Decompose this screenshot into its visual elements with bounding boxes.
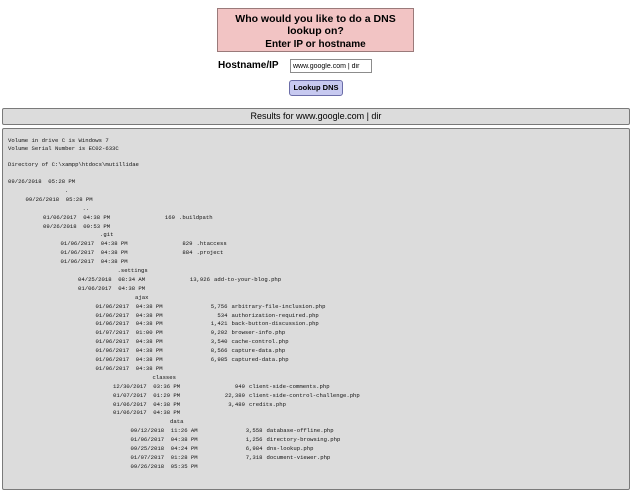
dir-entry-date: 01/06/2017 04:38 PM xyxy=(78,284,146,292)
dns-prompt-box: Who would you like to do a DNS lookup on… xyxy=(217,8,414,52)
dir-entry-date: 01/06/2017 04:38 PM xyxy=(95,347,163,355)
dir-entry-name: . xyxy=(65,186,69,194)
dir-entry-size: 22,389 xyxy=(224,391,245,399)
dir-entry-date: 01/06/2017 04:38 PM xyxy=(95,320,163,328)
dir-entry-name: dns-lookup.php xyxy=(266,445,314,452)
dir-entry-size: 6,984 xyxy=(245,445,263,452)
hostname-label: Hostname/IP xyxy=(218,60,279,71)
dir-entry-size: 3,540 xyxy=(210,338,228,346)
dir-entry-date: 01/06/2017 04:38 PM xyxy=(113,400,181,408)
dir-entry-date: 01/07/2017 01:29 PM xyxy=(113,391,181,399)
dir-entry-date: 01/06/2017 04:38 PM xyxy=(95,356,163,363)
dir-entry-date: 01/06/2017 04:38 PM xyxy=(113,409,181,417)
dir-entry-name: .. xyxy=(82,204,90,212)
dir-entry-date: 09/12/2018 11:26 AM xyxy=(130,427,198,435)
dir-entry-date: 01/06/2017 04:38 PM xyxy=(60,240,128,248)
dir-entry-name: .htaccess xyxy=(196,240,227,248)
dir-entry-size: 3,489 xyxy=(228,400,245,408)
dir-entry-date: 01/06/2017 04:38 PM xyxy=(130,436,198,444)
dir-entry-size: 169 xyxy=(164,213,175,221)
dir-entry-name: .settings xyxy=(117,267,148,274)
dir-entry-date: 01/07/2017 01:28 PM xyxy=(130,453,198,461)
results-header: Results for www.google.com | dir xyxy=(2,108,630,125)
dir-entry-name: browser-info.php xyxy=(231,329,286,337)
dir-entry-date: 01/06/2017 04:38 PM xyxy=(95,364,163,372)
dir-entry-name: ajax xyxy=(135,293,149,301)
dir-entry-size: 13,926 xyxy=(189,275,210,283)
dir-entry-date: 09/26/2018 05:35 PM xyxy=(130,462,198,470)
dir-entry-date: 01/06/2017 04:38 PM xyxy=(60,249,128,257)
directory-line: Directory of C:\xampp\htdocs\mutillidae xyxy=(8,161,139,168)
dir-entry-size: 534 xyxy=(217,311,228,319)
dir-entry-size: 949 xyxy=(234,382,245,390)
dir-entry-size: 9,202 xyxy=(210,329,228,337)
prompt-title: Who would you like to do a DNS lookup on… xyxy=(235,13,396,37)
dir-entry-size: 884 xyxy=(182,249,193,257)
dir-entry-name: database-offline.php xyxy=(266,427,334,435)
dir-entry-name: credits.php xyxy=(249,400,286,408)
dir-entry-date: 01/06/2017 04:38 PM xyxy=(95,338,163,346)
dir-entry-date: 09/25/2018 04:24 PM xyxy=(130,445,198,452)
serial-line: Volume Serial Number is EC02-633C xyxy=(8,145,119,152)
dir-entry-size: 1,421 xyxy=(210,320,228,328)
dir-entry-name: .git xyxy=(100,231,114,239)
dir-entry-name: add-to-your-blog.php xyxy=(214,275,282,283)
dir-entry-date: 09/26/2018 05:28 PM xyxy=(25,195,93,203)
dir-entry-name: data xyxy=(170,418,184,426)
dir-entry-date: 04/25/2018 08:34 AM xyxy=(78,275,146,283)
dir-entry-date: 01/06/2017 04:38 PM xyxy=(95,311,163,319)
dir-entry-date: 09/26/2018 05:28 PM xyxy=(8,178,76,185)
lookup-dns-button[interactable]: Lookup DNS xyxy=(289,80,343,96)
dir-entry-size: 1,256 xyxy=(245,436,263,444)
dir-entry-size: 5,756 xyxy=(210,302,228,310)
dir-entry-date: 01/06/2017 04:38 PM xyxy=(60,258,128,266)
results-panel[interactable]: Volume in drive C is Windows 7 Volume Se… xyxy=(2,128,630,490)
dir-entry-date: 12/30/2017 03:36 PM xyxy=(113,382,181,390)
dir-entry-size: 829 xyxy=(182,240,193,248)
dir-entry-size: 8,566 xyxy=(210,347,228,355)
dir-entry-name: directory-browsing.php xyxy=(266,436,341,444)
dir-entry-name: .project xyxy=(196,249,224,257)
dir-entry-name: .buildpath xyxy=(179,213,213,221)
dir-entry-name: cache-control.php xyxy=(231,338,289,346)
dir-entry-size: 3,558 xyxy=(245,427,263,435)
dir-entry-name: capture-data.php xyxy=(231,347,286,355)
dir-entry-date: 01/06/2017 04:38 PM xyxy=(43,213,111,221)
dir-entry-name: arbitrary-file-inclusion.php xyxy=(231,302,326,310)
dir-entry-size: 7,318 xyxy=(245,453,263,461)
dir-entry-name: back-button-discussion.php xyxy=(231,320,319,328)
dir-entry-name: document-viewer.php xyxy=(266,453,331,461)
hostname-input[interactable] xyxy=(290,59,372,73)
prompt-subtitle: Enter IP or hostname xyxy=(265,39,366,50)
dir-entry-name: captured-data.php xyxy=(231,356,289,363)
dir-entry-date: 01/06/2017 04:38 PM xyxy=(95,302,163,310)
dir-entry-name: client-side-comments.php xyxy=(249,382,330,390)
dir-entry-size: 6,985 xyxy=(210,356,228,363)
dir-entry-name: classes xyxy=(152,373,177,381)
dir-entry-name: client-side-control-challenge.php xyxy=(249,391,360,399)
dir-entry-date: 09/26/2018 09:53 PM xyxy=(43,222,111,230)
volume-line: Volume in drive C is Windows 7 xyxy=(8,137,109,144)
dir-entry-date: 01/07/2017 01:00 PM xyxy=(95,329,163,337)
dir-entry-name: authorization-required.php xyxy=(231,311,319,319)
